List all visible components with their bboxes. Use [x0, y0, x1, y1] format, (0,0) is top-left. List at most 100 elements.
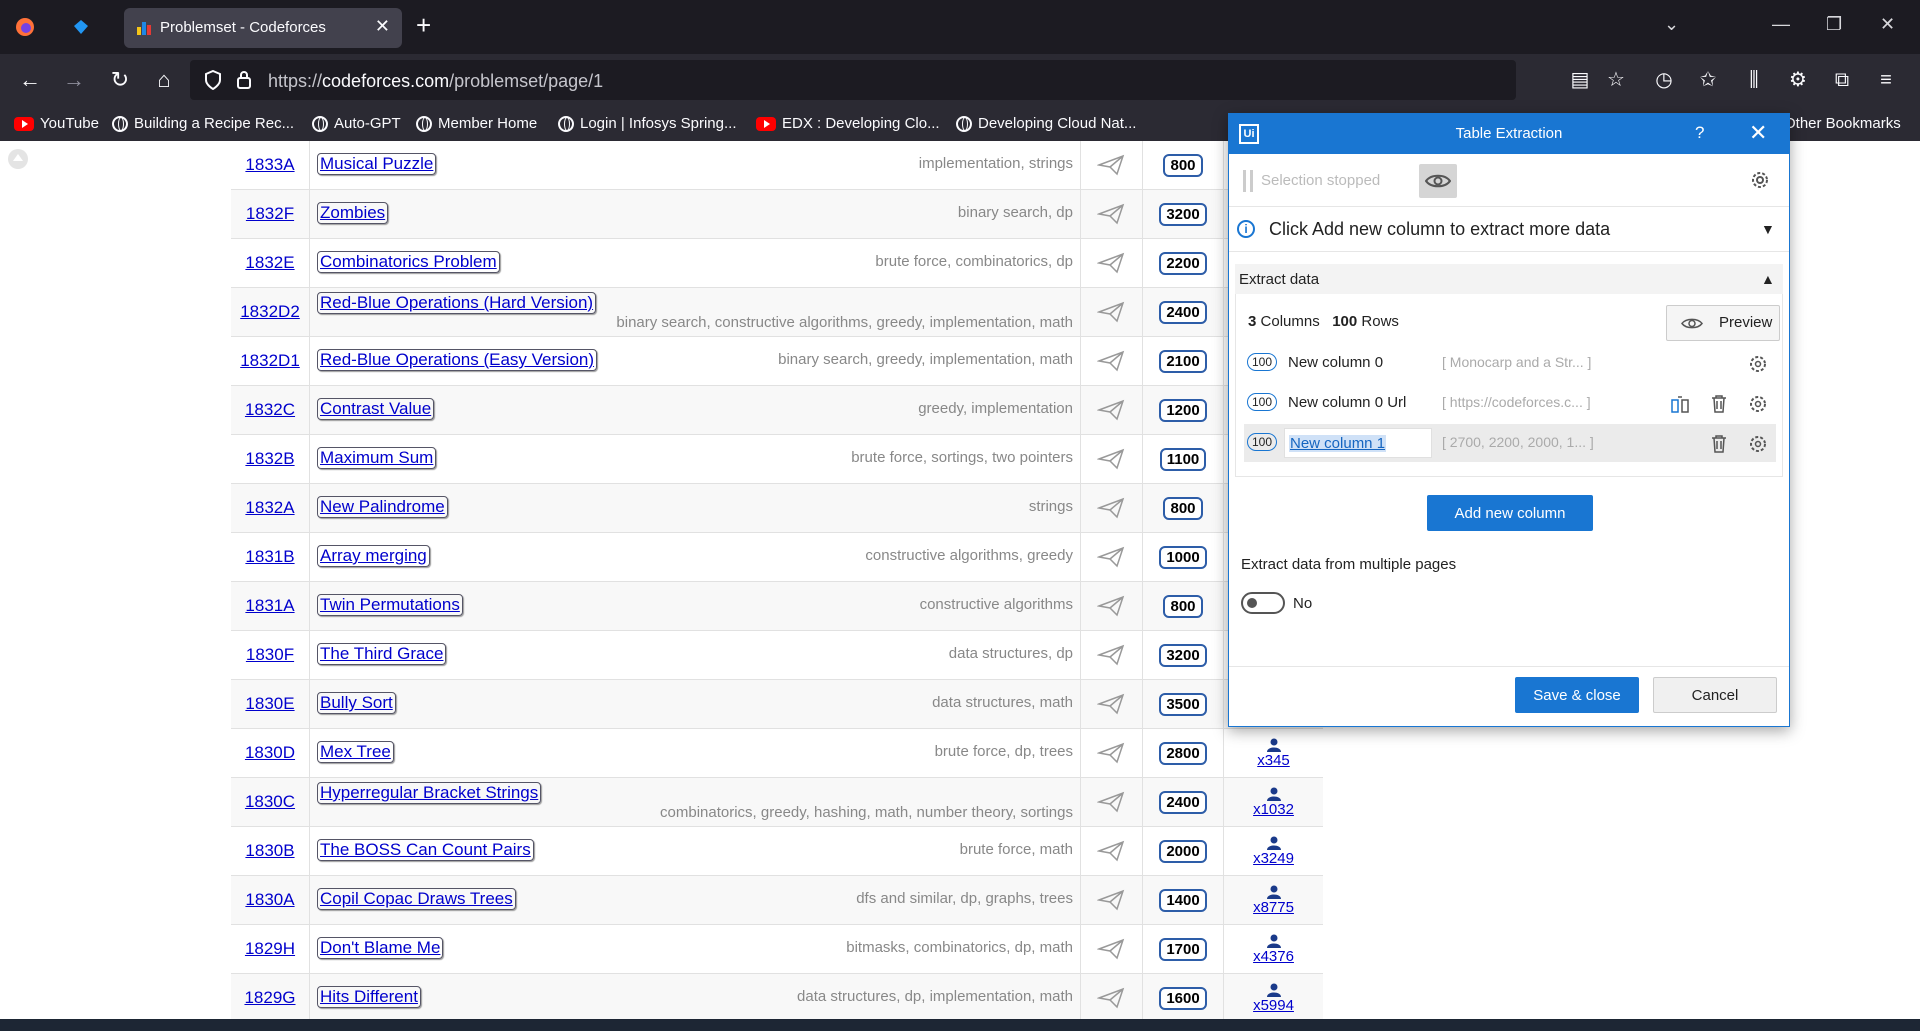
submit-paper-plane-icon[interactable]	[1097, 693, 1125, 715]
bookmark-infosys[interactable]: Login | Infosys Spring...	[558, 115, 736, 132]
settings-gear-icon[interactable]	[1749, 169, 1771, 191]
bookmark-member-home[interactable]: Member Home	[416, 115, 537, 132]
bookmark-auto-gpt[interactable]: Auto-GPT	[312, 115, 401, 132]
submit-paper-plane-icon[interactable]	[1097, 497, 1125, 519]
problem-id-link[interactable]: 1830E	[245, 694, 294, 714]
column-row-1[interactable]: 100 New column 0 Url [ https://codeforce…	[1244, 384, 1776, 422]
submit-paper-plane-icon[interactable]	[1097, 889, 1125, 911]
column-name[interactable]: New column 0 Url	[1288, 394, 1406, 411]
minimize-button[interactable]: —	[1772, 14, 1790, 35]
delete-column-icon[interactable]	[1710, 394, 1728, 414]
submit-paper-plane-icon[interactable]	[1097, 448, 1125, 470]
submit-paper-plane-icon[interactable]	[1097, 252, 1125, 274]
reload-icon[interactable]: ↻	[106, 66, 134, 94]
problem-name-link[interactable]: Hits Different	[317, 986, 421, 1008]
solved-count-link[interactable]: x1032	[1253, 801, 1294, 818]
pause-icon[interactable]	[1243, 170, 1253, 192]
list-all-tabs-icon[interactable]: ⌄	[1664, 14, 1679, 35]
reader-view-icon[interactable]: ▤	[1566, 66, 1594, 94]
solved-count-link[interactable]: x4376	[1253, 948, 1294, 965]
hamburger-menu-icon[interactable]: ≡	[1872, 66, 1900, 94]
bookmark-recipe[interactable]: Building a Recipe Rec...	[112, 115, 294, 132]
problem-name-link[interactable]: New Palindrome	[317, 496, 448, 518]
address-bar[interactable]: https://codeforces.com/problemset/page/1	[190, 60, 1516, 100]
problem-name-link[interactable]: Twin Permutations	[317, 594, 463, 616]
solved-count-link[interactable]: x345	[1257, 752, 1290, 769]
tab-close-icon[interactable]: ✕	[375, 16, 390, 37]
problem-name-link[interactable]: Mex Tree	[317, 741, 394, 763]
problem-id-link[interactable]: 1832D2	[240, 302, 300, 322]
problem-id-link[interactable]: 1831B	[245, 547, 294, 567]
settings-gear-icon[interactable]: ⚙	[1784, 66, 1812, 94]
problem-id-link[interactable]: 1830C	[245, 792, 295, 812]
scroll-up-icon[interactable]	[8, 149, 28, 169]
column-settings-gear-icon[interactable]	[1748, 434, 1768, 454]
pinned-tab-icon[interactable]	[68, 14, 94, 40]
problem-id-link[interactable]: 1830A	[245, 890, 294, 910]
submit-paper-plane-icon[interactable]	[1097, 938, 1125, 960]
save-close-button[interactable]: Save & close	[1515, 677, 1639, 713]
submit-paper-plane-icon[interactable]	[1097, 644, 1125, 666]
problem-name-link[interactable]: Combinatorics Problem	[317, 251, 500, 273]
restore-button[interactable]: ❐	[1826, 14, 1842, 35]
chevron-up-icon[interactable]: ▲	[1761, 271, 1775, 287]
problem-id-link[interactable]: 1830F	[246, 645, 294, 665]
highlight-toggle-button[interactable]	[1419, 164, 1457, 198]
back-icon[interactable]: ←	[16, 66, 44, 94]
problem-name-link[interactable]: Bully Sort	[317, 692, 396, 714]
problem-id-link[interactable]: 1832C	[245, 400, 295, 420]
column-name-input[interactable]: New column 1	[1284, 428, 1432, 458]
multi-page-toggle[interactable]	[1241, 592, 1285, 614]
submit-paper-plane-icon[interactable]	[1097, 399, 1125, 421]
chevron-down-icon[interactable]: ▼	[1761, 221, 1775, 237]
bookmark-star-icon[interactable]: ☆	[1602, 66, 1630, 94]
problem-name-link[interactable]: Contrast Value	[317, 398, 435, 420]
bookmarks-star-icon[interactable]: ✩	[1694, 66, 1722, 94]
cancel-button[interactable]: Cancel	[1653, 677, 1777, 713]
history-icon[interactable]: ◷	[1650, 66, 1678, 94]
delete-column-icon[interactable]	[1710, 434, 1728, 454]
dialog-close-icon[interactable]: ✕	[1749, 120, 1767, 146]
problem-id-link[interactable]: 1832A	[245, 498, 294, 518]
other-bookmarks[interactable]: Other Bookmarks	[1784, 115, 1901, 132]
solved-count-link[interactable]: x3249	[1253, 850, 1294, 867]
problem-name-link[interactable]: Red-Blue Operations (Hard Version)	[317, 292, 597, 314]
column-row-2[interactable]: 100 New column 1 [ 2700, 2200, 2000, 1..…	[1244, 424, 1776, 462]
submit-paper-plane-icon[interactable]	[1097, 840, 1125, 862]
tab-problemset[interactable]: Problemset - Codeforces ✕	[124, 8, 402, 48]
submit-paper-plane-icon[interactable]	[1097, 154, 1125, 176]
problem-id-link[interactable]: 1832E	[245, 253, 294, 273]
home-icon[interactable]: ⌂	[150, 66, 178, 94]
forward-icon[interactable]: →	[60, 66, 88, 94]
bookmark-youtube[interactable]: YouTube	[14, 115, 99, 132]
submit-paper-plane-icon[interactable]	[1097, 350, 1125, 372]
tracking-shield-icon[interactable]	[204, 70, 222, 90]
submit-paper-plane-icon[interactable]	[1097, 203, 1125, 225]
column-settings-gear-icon[interactable]	[1748, 394, 1768, 414]
problem-id-link[interactable]: 1832B	[245, 449, 294, 469]
problem-id-link[interactable]: 1829G	[244, 988, 295, 1008]
bookmark-edx[interactable]: EDX : Developing Clo...	[756, 115, 940, 132]
problem-id-link[interactable]: 1830D	[245, 743, 295, 763]
column-settings-gear-icon[interactable]	[1748, 354, 1768, 374]
close-window-button[interactable]: ✕	[1880, 14, 1895, 35]
problem-name-link[interactable]: Hyperregular Bracket Strings	[317, 782, 542, 804]
submit-paper-plane-icon[interactable]	[1097, 987, 1125, 1009]
solved-count-link[interactable]: x8775	[1253, 899, 1294, 916]
library-icon[interactable]: ⫼	[1740, 66, 1768, 94]
add-new-column-button[interactable]: Add new column	[1427, 495, 1593, 531]
help-button[interactable]: ?	[1695, 123, 1704, 143]
submit-paper-plane-icon[interactable]	[1097, 546, 1125, 568]
firefox-menu-icon[interactable]	[12, 14, 38, 40]
problem-name-link[interactable]: The BOSS Can Count Pairs	[317, 839, 534, 861]
preview-button[interactable]: Preview	[1666, 305, 1780, 341]
problem-name-link[interactable]: Copil Copac Draws Trees	[317, 888, 516, 910]
submit-paper-plane-icon[interactable]	[1097, 742, 1125, 764]
submit-paper-plane-icon[interactable]	[1097, 791, 1125, 813]
bookmark-cloud-native[interactable]: Developing Cloud Nat...	[956, 115, 1136, 132]
solved-count-link[interactable]: x5994	[1253, 997, 1294, 1014]
problem-name-link[interactable]: Maximum Sum	[317, 447, 437, 469]
problem-name-link[interactable]: Red-Blue Operations (Easy Version)	[317, 349, 598, 371]
problem-id-link[interactable]: 1830B	[245, 841, 294, 861]
column-row-0[interactable]: 100 New column 0 [ Monocarp and a Str...…	[1244, 344, 1776, 382]
